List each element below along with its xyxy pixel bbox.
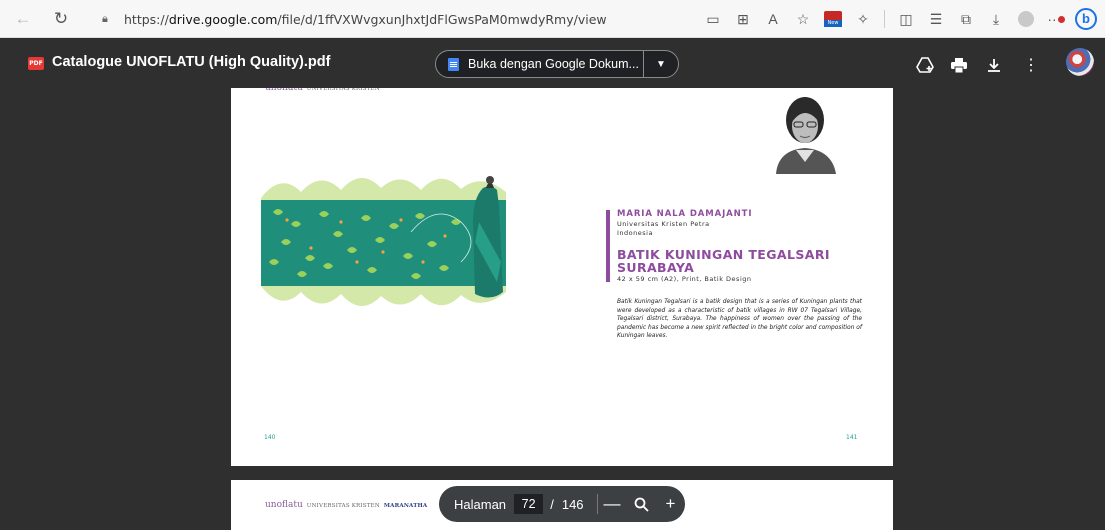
file-title: Catalogue UNOFLATU (High Quality).pdf — [52, 54, 331, 70]
toolbar-divider — [884, 10, 885, 28]
current-page-input[interactable]: 72 — [514, 494, 544, 514]
download-icon[interactable] — [981, 52, 1007, 78]
read-aloud-icon[interactable]: A — [758, 4, 788, 34]
total-pages: 146 — [561, 496, 584, 512]
batik-artwork-image — [261, 162, 521, 324]
url-host: drive.google.com — [168, 11, 278, 27]
zoom-icon[interactable] — [627, 488, 656, 520]
collections-icon[interactable]: ⧉ — [951, 4, 981, 34]
new-badge: New — [824, 20, 842, 27]
artwork-details: 42 x 59 cm (A2), Print, Batik Design — [617, 275, 752, 283]
favorite-star-icon[interactable]: ☆ — [788, 4, 818, 34]
extension-puzzle-icon[interactable]: ✧ — [848, 4, 878, 34]
google-docs-icon — [448, 57, 459, 71]
zoom-in-button[interactable]: + — [656, 488, 685, 520]
browser-toolbar: ← ↻ 🔒︎ https://drive.google.com/file/d/1… — [0, 0, 1105, 38]
page-label: Halaman — [454, 496, 507, 512]
pdf-page-spread: unoflatu UNIVERSITAS KRISTEN MARIA NALA … — [231, 88, 893, 466]
artist-university: Universitas Kristen Petra — [617, 220, 710, 228]
artist-country: Indonesia — [617, 229, 653, 237]
next-logo-main: unoflatu — [265, 500, 303, 510]
url-prefix: https:// — [124, 11, 169, 27]
next-page-logo: unoflatu UNIVERSITAS KRISTEN MARANATHA — [265, 500, 427, 510]
open-with-label: Buka dengan Google Dokum... — [468, 57, 639, 71]
logo-university: UNIVERSITAS KRISTEN — [306, 88, 380, 92]
more-dots-icon[interactable]: ·· — [1041, 4, 1071, 34]
zoom-out-button[interactable]: — — [597, 488, 626, 520]
page-navigation-bar: Halaman 72 / 146 — + — [439, 486, 685, 522]
back-arrow-icon[interactable]: ← — [8, 4, 38, 34]
next-logo-university: UNIVERSITAS KRISTEN — [306, 503, 380, 509]
page-number-right: 141 — [846, 434, 858, 441]
logo-main: unoflatu — [265, 88, 303, 93]
url-path: /file/d/1ffVXWvgxunJhxtJdFlGwsPaM0mwdyRm… — [277, 11, 607, 27]
add-to-drive-icon[interactable] — [912, 52, 938, 78]
address-bar[interactable]: 🔒︎ https://drive.google.com/file/d/1ffVX… — [92, 6, 627, 32]
artist-name: MARIA NALA DAMAJANTI — [617, 209, 753, 219]
account-avatar[interactable] — [1066, 48, 1094, 76]
artwork-description: Batik Kuningan Tegalsari is a batik desi… — [617, 299, 862, 339]
lock-icon: 🔒︎ — [102, 12, 108, 25]
browser-extensions: ▭ ⊞ A ☆ New ✧ ◫ ☰ ⧉ ⤓ ·· b — [698, 4, 1101, 34]
artwork-title: BATIK KUNINGAN TEGALSARI SURABAYA — [617, 247, 830, 275]
refresh-icon[interactable]: ↻ — [46, 4, 76, 34]
app-grid-icon[interactable]: ⊞ — [728, 4, 758, 34]
page-header-logo: unoflatu UNIVERSITAS KRISTEN — [265, 88, 380, 93]
accent-bar — [606, 210, 610, 282]
pdf-file-icon: PDF — [28, 57, 44, 70]
downloads-icon[interactable]: ⤓ — [981, 4, 1011, 34]
screen-icon[interactable]: ▭ — [698, 4, 728, 34]
page-number-left: 140 — [264, 434, 276, 441]
new-extension-icon[interactable]: New — [818, 4, 848, 34]
open-with-google-docs-button[interactable]: Buka dengan Google Dokum... ▼ — [435, 50, 679, 78]
chevron-down-icon[interactable]: ▼ — [644, 59, 678, 70]
split-screen-icon[interactable]: ◫ — [891, 4, 921, 34]
more-vertical-icon[interactable]: ⋮ — [1018, 52, 1044, 78]
artist-portrait-photo — [764, 92, 846, 174]
page-separator: / — [550, 496, 554, 512]
copilot-icon[interactable]: b — [1071, 4, 1101, 34]
profile-avatar-icon[interactable] — [1011, 4, 1041, 34]
print-icon[interactable] — [946, 52, 972, 78]
favorites-list-icon[interactable]: ☰ — [921, 4, 951, 34]
next-logo-maranatha: MARANATHA — [383, 503, 428, 509]
